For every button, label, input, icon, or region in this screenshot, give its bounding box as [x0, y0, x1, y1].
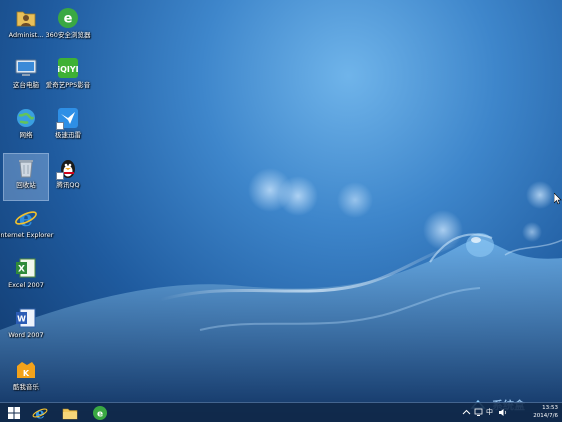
desktop-icon-label: 酷我音乐 — [13, 383, 39, 391]
svg-text:e: e — [64, 12, 73, 27]
desktop-icon-label: Excel 2007 — [8, 281, 44, 289]
desktop-icon-xunlei[interactable]: 极速迅雷 — [46, 104, 90, 150]
svg-text:e: e — [97, 410, 103, 420]
shortcut-arrow-icon — [56, 172, 64, 180]
system-tray: 中 13:53 2014/7/6 — [458, 403, 558, 422]
up-arrow-icon[interactable] — [462, 408, 471, 417]
clock-date: 2014/7/6 — [533, 413, 558, 419]
desktop-icon-label: 爱奇艺PPS影音 — [45, 81, 91, 89]
360-browser-icon: e — [93, 406, 107, 420]
svg-text:W: W — [17, 315, 26, 324]
svg-text:iQIYI: iQIYI — [57, 65, 78, 74]
desktop-icon-label: 腾讯QQ — [56, 181, 80, 189]
excel-icon: X — [14, 256, 38, 280]
svg-text:e: e — [19, 206, 33, 230]
desktop-icon-kuwo-music[interactable]: K 酷我音乐 — [4, 356, 48, 402]
desktop-icon-excel-2007[interactable]: X Excel 2007 — [4, 254, 48, 300]
network-icon[interactable] — [474, 408, 483, 417]
internet-explorer-icon: e — [32, 405, 48, 421]
taskbar-ie-button[interactable]: e — [28, 404, 52, 422]
svg-text:X: X — [18, 265, 25, 275]
clock-time: 13:53 — [542, 405, 558, 411]
svg-text:e: e — [35, 405, 45, 421]
computer-icon — [14, 56, 38, 80]
recycle-bin-icon — [14, 156, 38, 180]
desktop-icon-internet-explorer[interactable]: e Internet Explorer — [0, 204, 53, 250]
kuwo-music-icon: K — [14, 358, 38, 382]
desktop-icon-label: Internet Explorer — [0, 231, 54, 239]
desktop-icon-tencent-qq[interactable]: 腾讯QQ — [46, 154, 90, 200]
desktop-icon-recycle-bin[interactable]: 回收站 — [3, 153, 49, 201]
windows-start-icon — [8, 407, 20, 419]
desktop-icon-iqiyi-pps[interactable]: iQIYI 爱奇艺PPS影音 — [46, 54, 90, 100]
taskbar-clock[interactable]: 13:53 2014/7/6 — [520, 404, 558, 420]
mouse-cursor-icon — [554, 193, 562, 205]
desktop-icon-administrator[interactable]: Administ... — [4, 4, 48, 50]
iqiyi-icon: iQIYI — [56, 56, 80, 80]
desktop-icon-label: Word 2007 — [8, 331, 44, 339]
file-explorer-icon — [62, 408, 78, 420]
thunder-bird-icon — [56, 106, 80, 130]
desktop-icon-label: 极速迅雷 — [55, 131, 81, 139]
desktop[interactable]: Administ... 这台电脑 网络 回收站 e Internet Explo… — [0, 0, 562, 422]
taskbar-file-explorer-button[interactable] — [58, 404, 82, 422]
start-button[interactable] — [2, 404, 26, 422]
taskbar-360-browser-button[interactable]: e — [88, 404, 112, 422]
volume-icon[interactable] — [498, 408, 507, 417]
desktop-icon-this-pc[interactable]: 这台电脑 — [4, 54, 48, 100]
desktop-icon-360-browser[interactable]: e 360安全浏览器 — [46, 4, 90, 50]
desktop-icon-network[interactable]: 网络 — [4, 104, 48, 150]
desktop-icon-word-2007[interactable]: W Word 2007 — [4, 304, 48, 350]
taskbar: e e 中 13:53 2014/7/6 — [0, 402, 562, 422]
word-icon: W — [14, 306, 38, 330]
desktop-icon-label: 360安全浏览器 — [45, 31, 91, 39]
ime-cn-icon[interactable]: 中 — [486, 407, 496, 416]
360-browser-icon: e — [56, 6, 80, 30]
internet-explorer-icon: e — [14, 206, 38, 230]
network-globe-icon — [14, 106, 38, 130]
svg-text:K: K — [23, 369, 30, 378]
shortcut-arrow-icon — [56, 122, 64, 130]
qq-penguin-icon — [56, 156, 80, 180]
user-folder-icon — [14, 6, 38, 30]
